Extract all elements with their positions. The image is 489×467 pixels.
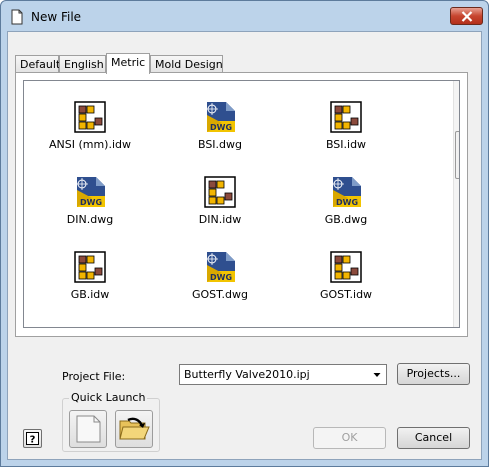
svg-text:DWG: DWG: [210, 273, 232, 282]
template-item[interactable]: DWG DIN.dwg: [30, 176, 150, 246]
template-item-label: DIN.dwg: [66, 213, 114, 226]
template-item-label: GOST.idw: [319, 288, 373, 301]
close-button[interactable]: [450, 7, 483, 25]
template-item[interactable]: DWG BSI.dwg: [160, 101, 280, 171]
scroll-thumb[interactable]: [455, 131, 460, 179]
template-item-label: GB.dwg: [324, 213, 368, 226]
idw-file-icon: [74, 101, 106, 133]
template-item[interactable]: DIN.idw: [160, 176, 280, 246]
project-file-dropdown[interactable]: Butterfly Valve2010.ipj: [179, 364, 387, 385]
project-file-label: Project File:: [62, 370, 126, 383]
svg-text:DWG: DWG: [210, 123, 232, 132]
tab-mold-design[interactable]: Mold Design: [150, 55, 223, 73]
template-item[interactable]: ANSI (mm).idw: [30, 101, 150, 171]
quick-launch-title: Quick Launch: [69, 391, 148, 404]
template-item[interactable]: DWG GB.dwg: [286, 176, 406, 246]
idw-file-icon: [330, 251, 362, 283]
open-folder-icon: [119, 417, 150, 440]
close-icon: [461, 11, 473, 22]
quick-launch-new-button[interactable]: [69, 410, 107, 448]
template-item-label: GB.idw: [70, 288, 110, 301]
projects-button[interactable]: Projects...: [397, 363, 470, 385]
template-item-label: BSI.idw: [325, 138, 367, 151]
new-blank-icon: [76, 415, 101, 443]
dwg-file-icon: DWG: [332, 177, 361, 207]
tab-english[interactable]: English: [59, 55, 106, 73]
help-icon: ?: [26, 432, 39, 446]
arrow-up-icon: [454, 81, 460, 98]
dropdown-arrow-icon: [373, 373, 381, 377]
dwg-file-icon: DWG: [206, 102, 235, 132]
scroll-down-button[interactable]: [454, 310, 460, 327]
template-item-label: DIN.idw: [198, 213, 242, 226]
dialog-title: New File: [31, 10, 82, 24]
svg-text:?: ?: [30, 435, 36, 446]
vertical-scrollbar[interactable]: [453, 81, 460, 327]
svg-text:DWG: DWG: [80, 198, 102, 207]
template-item-label: GOST.dwg: [191, 288, 249, 301]
template-item[interactable]: GB.idw: [30, 251, 150, 321]
template-item[interactable]: BSI.idw: [286, 101, 406, 171]
idw-file-icon: [204, 176, 236, 208]
dialog-body: Default English Metric Mold Design ANSI …: [7, 31, 482, 460]
project-file-value: Butterfly Valve2010.ipj: [184, 368, 310, 381]
svg-text:DWG: DWG: [336, 198, 358, 207]
title-bar[interactable]: New File: [1, 1, 488, 31]
idw-file-icon: [330, 101, 362, 133]
template-item[interactable]: DWG GOST.dwg: [160, 251, 280, 321]
scroll-up-button[interactable]: [454, 81, 460, 98]
cancel-button[interactable]: Cancel: [397, 427, 470, 449]
template-item-label: ANSI (mm).idw: [48, 138, 132, 151]
tab-metric[interactable]: Metric: [106, 53, 150, 74]
tab-default[interactable]: Default: [15, 55, 60, 73]
quick-launch-open-button[interactable]: [115, 410, 153, 448]
dwg-file-icon: DWG: [76, 177, 105, 207]
help-button[interactable]: ?: [23, 429, 42, 448]
thumb-grip: [459, 151, 460, 159]
arrow-down-icon: [454, 310, 460, 327]
new-file-dialog: New File Default English Metric Mold Des…: [0, 0, 489, 467]
template-list[interactable]: ANSI (mm).idw DWG BSI.dwg BSI.idw DWG DIN.…: [23, 80, 460, 328]
template-item-label: BSI.dwg: [197, 138, 243, 151]
new-file-icon: [11, 9, 23, 25]
dwg-file-icon: DWG: [206, 252, 235, 282]
template-item[interactable]: GOST.idw: [286, 251, 406, 321]
idw-file-icon: [74, 251, 106, 283]
ok-button[interactable]: OK: [313, 427, 386, 449]
tab-panel-metric: ANSI (mm).idw DWG BSI.dwg BSI.idw DWG DIN.…: [15, 72, 468, 337]
quick-launch-group: Quick Launch: [62, 391, 160, 452]
